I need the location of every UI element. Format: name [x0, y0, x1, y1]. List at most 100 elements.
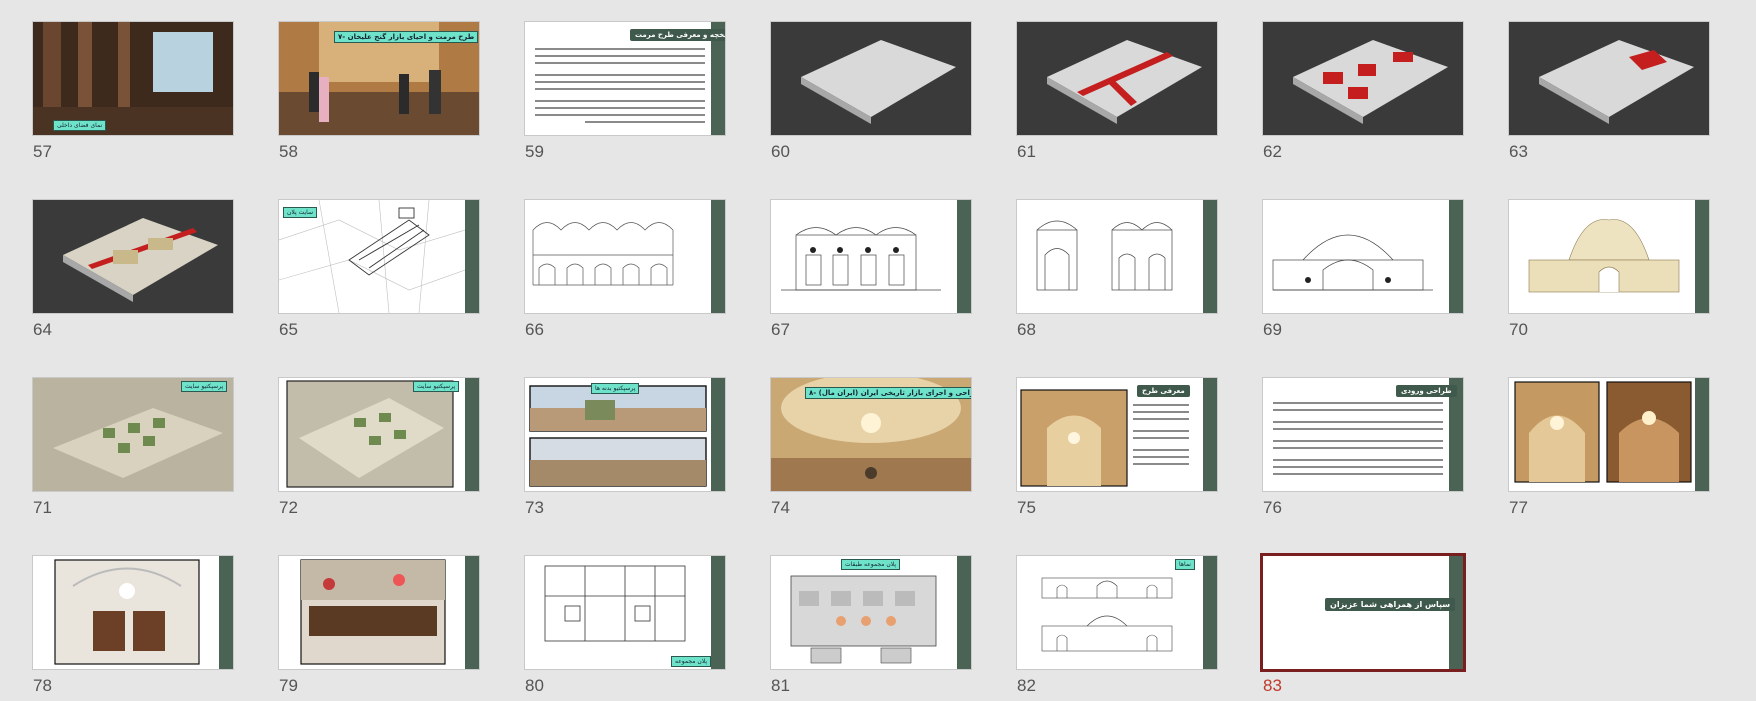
text-line: [1273, 440, 1443, 442]
slide-69-sidebar: [1449, 200, 1463, 313]
slide-number: 80: [525, 676, 544, 695]
slide-71-label: پرسپکتیو سایت: [181, 381, 228, 392]
slide-74-title: ۸- طراحی و اجرای بازار تاریخی ایران (ایر…: [805, 387, 971, 399]
slide-thumbnail-58[interactable]: ۷- طرح مرمت و احیای بازار گنج علیخان: [279, 22, 479, 135]
slide-number: 67: [771, 320, 790, 339]
slide-sorter-grid: نمای فضای داخلی 57 ۷- طرح مرمت و احیای ب…: [0, 0, 1756, 701]
slide-72-label: پرسپکتیو سایت: [413, 381, 460, 392]
slide-59-title: تاریخچه و معرفی طرح مرمت: [630, 29, 725, 41]
slide-67-section: [781, 227, 941, 291]
slide-83-sidebar: [1449, 556, 1463, 669]
text-line: [1273, 459, 1443, 461]
slide-57-image: [33, 22, 233, 135]
slide-thumbnail-76[interactable]: طراحی ورودی: [1263, 378, 1463, 491]
slide-62-model: [1263, 22, 1463, 135]
slide-thumbnail-59[interactable]: تاریخچه و معرفی طرح مرمت: [525, 22, 725, 135]
slide-number: 57: [33, 142, 52, 161]
slide-thumbnail-60[interactable]: [771, 22, 971, 135]
slide-58-title: ۷- طرح مرمت و احیای بازار گنج علیخان: [334, 31, 479, 43]
slide-66-sidebar: [711, 200, 725, 313]
slide-79-photo: [300, 559, 446, 665]
slide-thumbnail-83-selected[interactable]: سپاس از همراهی شما عزیزان: [1263, 556, 1463, 669]
slide-70-section: [1528, 219, 1680, 293]
slide-number-selected: 83: [1263, 676, 1282, 695]
text-line: [1133, 437, 1189, 439]
slide-thumbnail-70[interactable]: [1509, 200, 1709, 313]
slide-80-label: پلان مجموعه: [671, 656, 712, 667]
slide-number: 79: [279, 676, 298, 695]
slide-73-sidebar: [711, 378, 725, 491]
slide-75-sidebar: [1203, 378, 1217, 491]
slide-number: 71: [33, 498, 52, 517]
text-line: [535, 48, 705, 50]
slide-68-section: [1036, 220, 1173, 291]
slide-thumbnail-73[interactable]: پرسپکتیو بدنه ها: [525, 378, 725, 491]
slide-thumbnail-74[interactable]: ۸- طراحی و اجرای بازار تاریخی ایران (ایر…: [771, 378, 971, 491]
slide-57-label: نمای فضای داخلی: [53, 120, 107, 131]
slide-thumbnail-80[interactable]: پلان مجموعه: [525, 556, 725, 669]
slide-79-sidebar: [465, 556, 479, 669]
slide-thumbnail-57[interactable]: نمای فضای داخلی: [33, 22, 233, 135]
slide-thumbnail-72[interactable]: پرسپکتیو سایت: [279, 378, 479, 491]
slide-thumbnail-61[interactable]: [1017, 22, 1217, 135]
slide-60-model: [771, 22, 971, 135]
slide-thumbnail-75[interactable]: معرفی طرح: [1017, 378, 1217, 491]
slide-number: 66: [525, 320, 544, 339]
slide-number: 77: [1509, 498, 1528, 517]
slide-thumbnail-67[interactable]: [771, 200, 971, 313]
slide-69-section: [1272, 234, 1433, 291]
text-line: [585, 121, 705, 123]
text-line: [1133, 463, 1189, 465]
slide-83-title: سپاس از همراهی شما عزیزان: [1325, 598, 1456, 611]
slide-81-sidebar: [957, 556, 971, 669]
slide-82-elevations: [1041, 577, 1173, 652]
slide-thumbnail-63[interactable]: [1509, 22, 1709, 135]
slide-81-plan: [790, 575, 937, 664]
text-line: [535, 100, 705, 102]
text-line: [1133, 430, 1189, 432]
slide-number: 73: [525, 498, 544, 517]
slide-thumbnail-64[interactable]: [33, 200, 233, 313]
slide-number: 64: [33, 320, 52, 339]
text-line: [1273, 409, 1443, 411]
slide-78-sidebar: [219, 556, 233, 669]
slide-thumbnail-79[interactable]: [279, 556, 479, 669]
slide-number: 59: [525, 142, 544, 161]
slide-thumbnail-65[interactable]: سایت پلان: [279, 200, 479, 313]
text-line: [535, 62, 705, 64]
slide-72-sidebar: [465, 378, 479, 491]
slide-number: 75: [1017, 498, 1036, 517]
slide-number: 69: [1263, 320, 1282, 339]
slide-82-label: نماها: [1175, 559, 1195, 570]
slide-thumbnail-68[interactable]: [1017, 200, 1217, 313]
slide-80-plan: [544, 565, 686, 642]
slide-number: 78: [33, 676, 52, 695]
slide-thumbnail-82[interactable]: نماها: [1017, 556, 1217, 669]
slide-61-model: [1017, 22, 1217, 135]
slide-thumbnail-62[interactable]: [1263, 22, 1463, 135]
slide-75-photo: [1020, 389, 1128, 487]
text-line: [1273, 428, 1443, 430]
slide-63-model: [1509, 22, 1709, 135]
text-line: [535, 88, 705, 90]
text-line: [1273, 421, 1443, 423]
slide-80-sidebar: [711, 556, 725, 669]
slide-64-model: [33, 200, 233, 313]
slide-number: 74: [771, 498, 790, 517]
slide-77-sidebar: [1695, 378, 1709, 491]
slide-number: 82: [1017, 676, 1036, 695]
text-line: [535, 107, 705, 109]
slide-thumbnail-78[interactable]: [33, 556, 233, 669]
slide-number: 72: [279, 498, 298, 517]
slide-68-sidebar: [1203, 200, 1217, 313]
text-line: [1273, 466, 1443, 468]
text-line: [535, 81, 705, 83]
slide-thumbnail-69[interactable]: [1263, 200, 1463, 313]
slide-thumbnail-66[interactable]: [525, 200, 725, 313]
slide-thumbnail-71[interactable]: پرسپکتیو سایت: [33, 378, 233, 491]
slide-72-render: [286, 380, 454, 488]
slide-number: 61: [1017, 142, 1036, 161]
slide-thumbnail-77[interactable]: [1509, 378, 1709, 491]
slide-67-sidebar: [957, 200, 971, 313]
slide-thumbnail-81[interactable]: پلان مجموعه طبقات: [771, 556, 971, 669]
